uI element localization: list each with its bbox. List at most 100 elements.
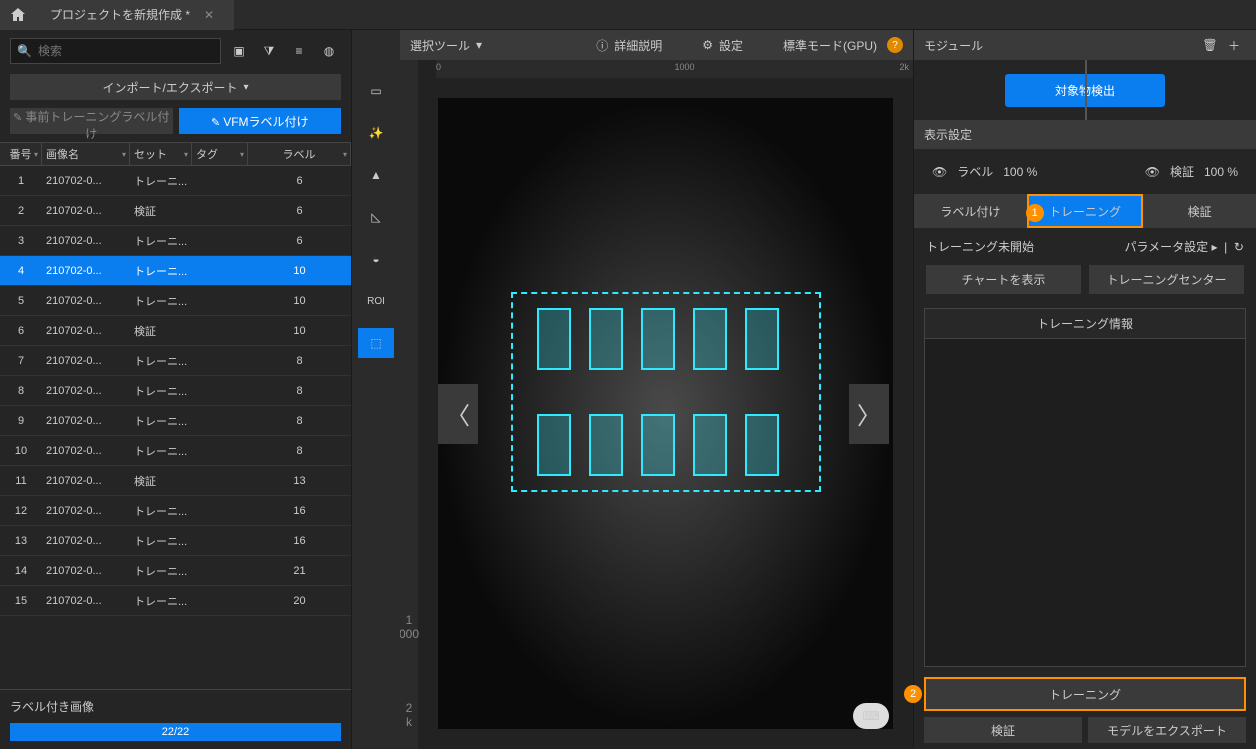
table-header: 番号 画像名 セット タグ ラベル <box>0 142 351 166</box>
table-body[interactable]: 1 210702-0... トレーニ... 62 210702-0... 検証 … <box>0 166 351 689</box>
cell-tag <box>192 466 248 495</box>
table-row[interactable]: 12 210702-0... トレーニ... 16 <box>0 496 351 526</box>
vfm-label-button[interactable]: ✎ VFMラベル付け <box>179 108 342 134</box>
cell-set: トレーニ... <box>130 496 192 525</box>
cell-number: 8 <box>0 376 42 405</box>
table-row[interactable]: 13 210702-0... トレーニ... 16 <box>0 526 351 556</box>
wand-tool-icon[interactable]: ✨ <box>358 118 394 148</box>
table-row[interactable]: 3 210702-0... トレーニ... 6 <box>0 226 351 256</box>
cell-tag <box>192 406 248 435</box>
detection-box[interactable] <box>693 414 727 476</box>
detection-box[interactable] <box>745 308 779 370</box>
cell-labels: 6 <box>248 196 351 225</box>
cell-name: 210702-0... <box>42 526 130 555</box>
table-row[interactable]: 2 210702-0... 検証 6 <box>0 196 351 226</box>
roi-box[interactable] <box>511 292 821 492</box>
detection-box[interactable] <box>589 308 623 370</box>
table-row[interactable]: 4 210702-0... トレーニ... 10 <box>0 256 351 286</box>
cell-name: 210702-0... <box>42 466 130 495</box>
cell-labels: 8 <box>248 406 351 435</box>
detection-box[interactable] <box>745 414 779 476</box>
select-tool-dropdown[interactable]: 選択ツール ▾ <box>410 37 482 54</box>
callout-1: 1 <box>1026 204 1044 222</box>
delete-module-icon[interactable]: 🗑 <box>1198 33 1222 57</box>
detail-button[interactable]: ⓘ 詳細説明 <box>596 37 662 54</box>
train-button[interactable]: トレーニング <box>924 677 1246 711</box>
add-module-icon[interactable]: ＋ <box>1222 33 1246 57</box>
training-info-header: トレーニング情報 <box>924 308 1246 338</box>
roi-tool-label[interactable]: ROI <box>358 286 394 316</box>
table-row[interactable]: 9 210702-0... トレーニ... 8 <box>0 406 351 436</box>
mode-label[interactable]: 標準モード(GPU)? <box>783 37 903 54</box>
th-labels[interactable]: ラベル <box>248 143 351 165</box>
cell-number: 5 <box>0 286 42 315</box>
cell-name: 210702-0... <box>42 226 130 255</box>
close-icon[interactable]: ✕ <box>204 8 214 22</box>
detection-box[interactable] <box>589 414 623 476</box>
prev-image-button[interactable]: 〈 <box>438 384 478 444</box>
toggle-verify-visibility[interactable]: 👁 検証 100 % <box>1145 163 1238 180</box>
tab-training[interactable]: 1 トレーニング <box>1027 194 1144 228</box>
import-export-button[interactable]: インポート/エクスポート <box>10 74 341 100</box>
labeled-images-title: ラベル付き画像 <box>10 698 341 715</box>
th-tag[interactable]: タグ <box>192 143 248 165</box>
cell-labels: 8 <box>248 436 351 465</box>
toggle-label-visibility[interactable]: 👁 ラベル 100 % <box>932 163 1037 180</box>
detection-box[interactable] <box>641 414 675 476</box>
center-panel: 選択ツール ▾ ⓘ 詳細説明 ⚙ 設定 標準モード(GPU)? 0 1000 2… <box>400 30 913 749</box>
show-chart-button[interactable]: チャートを表示 <box>926 265 1081 294</box>
detection-box[interactable] <box>641 308 675 370</box>
table-row[interactable]: 6 210702-0... 検証 10 <box>0 316 351 346</box>
detection-box[interactable] <box>537 308 571 370</box>
module-bar: モジュール 🗑 ＋ <box>914 30 1256 60</box>
search-input[interactable] <box>38 44 214 58</box>
canvas[interactable]: 1000 2k 〈 〉 ⌨ <box>400 78 913 749</box>
image-view[interactable] <box>438 98 893 729</box>
eraser-tool-icon[interactable]: ◒ <box>358 244 394 274</box>
select-tool-icon[interactable]: ⬚ <box>358 328 394 358</box>
table-row[interactable]: 14 210702-0... トレーニ... 21 <box>0 556 351 586</box>
cell-set: トレーニ... <box>130 436 192 465</box>
help-icon[interactable]: ? <box>887 37 903 53</box>
table-row[interactable]: 15 210702-0... トレーニ... 20 <box>0 586 351 616</box>
keyboard-icon[interactable]: ⌨ <box>853 703 889 729</box>
table-row[interactable]: 5 210702-0... トレーニ... 10 <box>0 286 351 316</box>
detection-box[interactable] <box>537 414 571 476</box>
cell-number: 12 <box>0 496 42 525</box>
cell-set: トレーニ... <box>130 556 192 585</box>
project-tab[interactable]: プロジェクトを新規作成 * ✕ <box>36 0 234 30</box>
settings-button[interactable]: ⚙ 設定 <box>702 37 743 54</box>
th-name[interactable]: 画像名 <box>42 143 130 165</box>
rect-tool-icon[interactable]: ▭ <box>358 76 394 106</box>
search-box[interactable]: 🔍 <box>10 38 221 64</box>
table-row[interactable]: 10 210702-0... トレーニ... 8 <box>0 436 351 466</box>
funnel-icon[interactable]: ⧩ <box>257 39 281 63</box>
grid-icon[interactable]: ◍ <box>317 39 341 63</box>
polygon-tool-icon[interactable]: ◺ <box>358 202 394 232</box>
tab-verify[interactable]: 検証 <box>1143 194 1256 228</box>
detection-box[interactable] <box>693 308 727 370</box>
home-button[interactable] <box>0 0 36 30</box>
table-row[interactable]: 11 210702-0... 検証 13 <box>0 466 351 496</box>
image-filter-icon[interactable]: ▣ <box>227 39 251 63</box>
table-row[interactable]: 7 210702-0... トレーニ... 8 <box>0 346 351 376</box>
table-row[interactable]: 1 210702-0... トレーニ... 6 <box>0 166 351 196</box>
cell-labels: 6 <box>248 166 351 195</box>
cell-labels: 10 <box>248 256 351 285</box>
cell-set: トレーニ... <box>130 346 192 375</box>
list-icon[interactable]: ≡ <box>287 39 311 63</box>
training-center-button[interactable]: トレーニングセンター <box>1089 265 1244 294</box>
next-image-button[interactable]: 〉 <box>849 384 889 444</box>
labeled-progress: 22/22 <box>10 723 341 741</box>
pretrain-label-button[interactable]: ✎ 事前トレーニングラベル付け <box>10 108 173 134</box>
export-model-button[interactable]: モデルをエクスポート <box>1088 717 1246 743</box>
param-settings-button[interactable]: パラメータ設定 ▸ | ↻ <box>1124 238 1244 255</box>
th-number[interactable]: 番号 <box>0 143 42 165</box>
tab-labeling[interactable]: ラベル付け <box>914 194 1027 228</box>
th-set[interactable]: セット <box>130 143 192 165</box>
verify-button[interactable]: 検証 <box>924 717 1082 743</box>
table-row[interactable]: 8 210702-0... トレーニ... 8 <box>0 376 351 406</box>
stamp-tool-icon[interactable]: ▲ <box>358 160 394 190</box>
eye-icon: 👁 <box>1145 165 1160 179</box>
cell-set: トレーニ... <box>130 526 192 555</box>
